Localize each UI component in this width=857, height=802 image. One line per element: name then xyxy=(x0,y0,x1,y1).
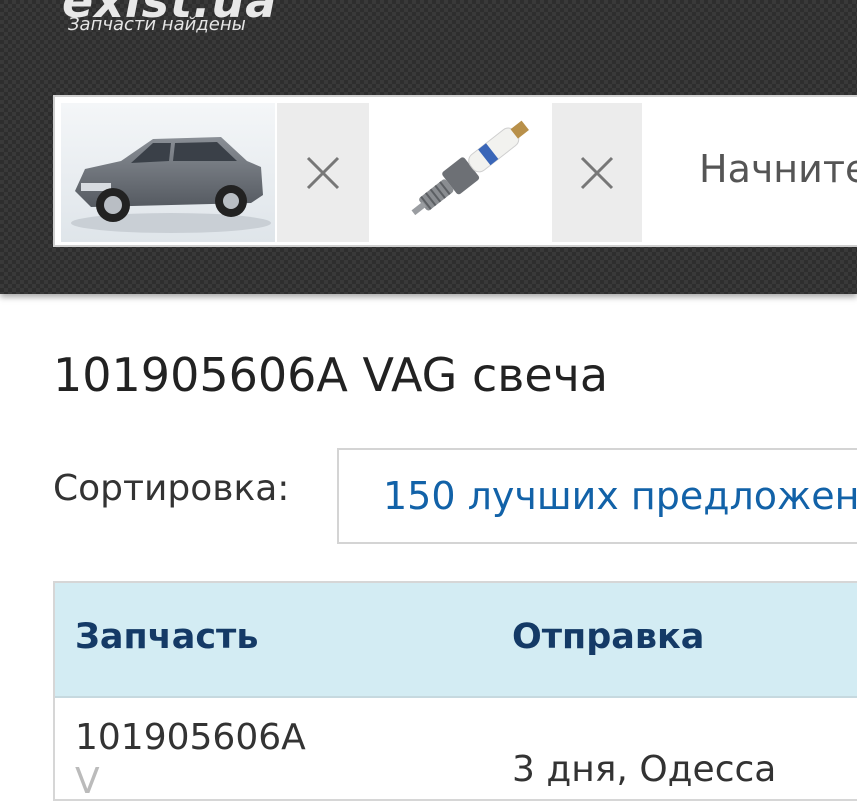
close-icon xyxy=(306,156,340,189)
table-header: Запчасть Отправка xyxy=(55,583,857,698)
header-tagline: Запчасти найдены xyxy=(68,14,246,35)
close-icon xyxy=(580,156,614,189)
sort-dropdown[interactable]: 150 лучших предложений xyxy=(337,448,857,544)
remove-spark-plug-button[interactable] xyxy=(552,103,642,242)
spark-plug-image xyxy=(371,103,551,242)
shipping-info: 3 дня, Одесса xyxy=(512,749,777,790)
car-photo-chip xyxy=(61,103,275,242)
search-bar[interactable] xyxy=(53,95,857,247)
part-brand: V xyxy=(75,761,100,802)
results-table: Запчасть Отправка 101905606A V 3 дня, Од… xyxy=(53,581,857,802)
remove-car-button[interactable] xyxy=(277,103,369,242)
car-image xyxy=(61,103,275,242)
site-header: exist.ua Запчасти найдены xyxy=(0,0,857,294)
column-header-part[interactable]: Запчасть xyxy=(75,617,258,657)
search-input[interactable] xyxy=(699,139,857,199)
sort-label: Сортировка: xyxy=(53,468,290,509)
page-title: 101905606A VAG свеча xyxy=(53,348,609,402)
spark-plug-photo-chip xyxy=(371,103,551,242)
part-number: 101905606A xyxy=(75,717,306,758)
column-header-shipping[interactable]: Отправка xyxy=(512,617,704,657)
